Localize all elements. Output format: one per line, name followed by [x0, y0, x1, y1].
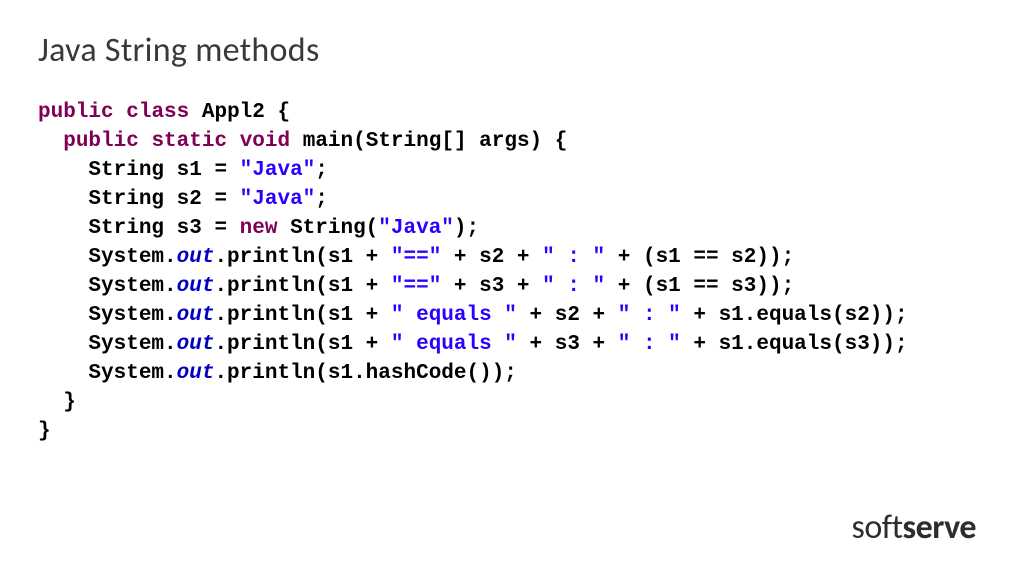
string-literal: " : ": [542, 246, 605, 269]
field-out: out: [177, 275, 215, 298]
java-code-block: public class Appl2 { public static void …: [38, 99, 986, 447]
code-text: + (s1 == s2));: [605, 246, 794, 269]
string-literal: " : ": [618, 304, 681, 327]
code-text: String s3 =: [88, 217, 239, 240]
string-literal: "==": [391, 246, 441, 269]
field-out: out: [177, 246, 215, 269]
code-text: }: [38, 420, 51, 443]
field-out: out: [177, 304, 215, 327]
code-text: }: [38, 391, 76, 414]
code-text: + s1.equals(s3));: [681, 333, 908, 356]
string-literal: "==": [391, 275, 441, 298]
string-literal: " equals ": [391, 304, 517, 327]
code-text: .println(s1.hashCode());: [214, 362, 516, 385]
logo-part2: serve: [903, 507, 976, 548]
code-text: .println(s1 +: [214, 304, 390, 327]
code-text: );: [454, 217, 479, 240]
code-text: System.: [88, 275, 176, 298]
code-text: + s3 +: [441, 275, 542, 298]
softserve-logo: softserve: [852, 507, 976, 548]
logo-part1: soft: [852, 507, 903, 548]
slide-title: Java String methods: [38, 30, 986, 71]
method-signature: main(String[] args) {: [303, 130, 568, 153]
field-out: out: [177, 362, 215, 385]
code-text: + (s1 == s3));: [605, 275, 794, 298]
keyword-public: public: [38, 101, 114, 124]
string-literal: " : ": [542, 275, 605, 298]
keyword-class: class: [126, 101, 189, 124]
keyword-static: static: [151, 130, 227, 153]
classname: Appl2 {: [202, 101, 290, 124]
code-text: + s3 +: [517, 333, 618, 356]
string-literal: "Java": [378, 217, 454, 240]
string-literal: " equals ": [391, 333, 517, 356]
code-text: + s1.equals(s2));: [681, 304, 908, 327]
string-literal: "Java": [240, 159, 316, 182]
code-text: ;: [315, 188, 328, 211]
code-text: ;: [315, 159, 328, 182]
code-text: .println(s1 +: [214, 275, 390, 298]
code-text: System.: [88, 333, 176, 356]
field-out: out: [177, 333, 215, 356]
keyword-new: new: [240, 217, 278, 240]
keyword-void: void: [240, 130, 290, 153]
code-text: String s1 =: [88, 159, 239, 182]
code-text: .println(s1 +: [214, 333, 390, 356]
code-text: String(: [277, 217, 378, 240]
code-text: System.: [88, 362, 176, 385]
code-text: String s2 =: [88, 188, 239, 211]
string-literal: "Java": [240, 188, 316, 211]
code-text: .println(s1 +: [214, 246, 390, 269]
code-text: System.: [88, 304, 176, 327]
code-text: + s2 +: [441, 246, 542, 269]
code-text: System.: [88, 246, 176, 269]
code-text: + s2 +: [517, 304, 618, 327]
keyword-public: public: [63, 130, 139, 153]
string-literal: " : ": [618, 333, 681, 356]
presentation-slide: Java String methods public class Appl2 {…: [0, 0, 1024, 574]
